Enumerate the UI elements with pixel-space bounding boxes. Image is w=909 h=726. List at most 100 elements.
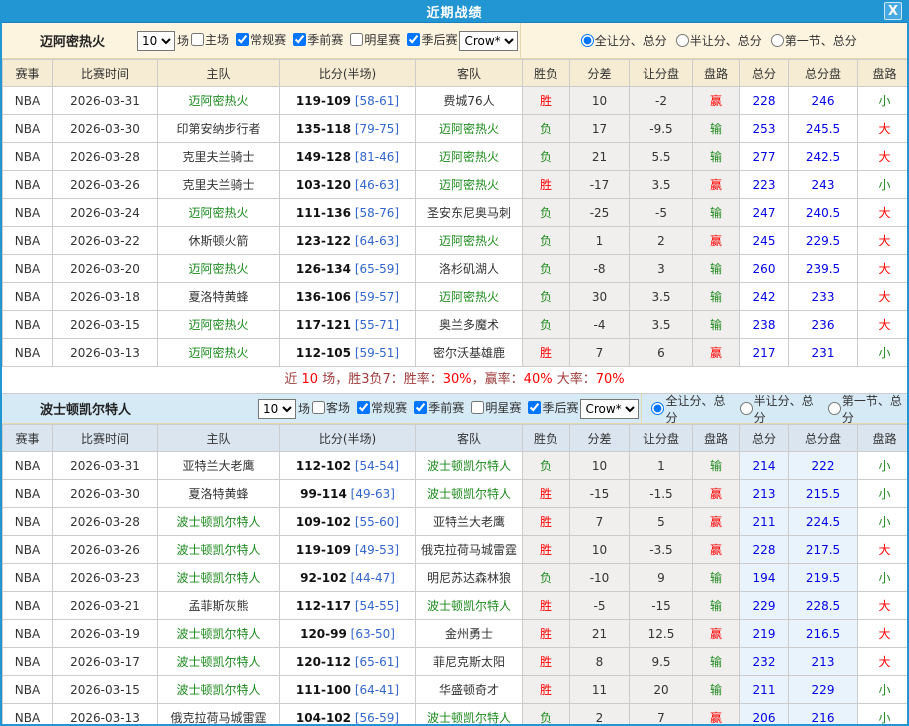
checkbox-input[interactable] (312, 401, 325, 414)
odds-source-select[interactable]: Crow* (580, 399, 639, 419)
over-under-cell: 大 (858, 115, 909, 143)
column-header: 总分盘 (789, 60, 858, 87)
radio-input[interactable] (676, 34, 689, 47)
checkbox-input[interactable] (357, 401, 370, 414)
league-cell: NBA (3, 311, 53, 339)
filter-checkbox[interactable]: 季后赛 (405, 31, 457, 48)
filter-checkbox[interactable]: 常规赛 (234, 31, 286, 48)
away-team-cell: 波士顿凯尔特人 (416, 592, 523, 620)
total-line-cell: 215.5 (789, 480, 858, 508)
point-diff-cell: 2 (570, 704, 630, 726)
away-team-cell: 俄克拉荷马城雷霆 (416, 536, 523, 564)
handicap-line-cell: -9.5 (630, 115, 693, 143)
league-cell: NBA (3, 452, 53, 480)
column-header: 让分盘 (630, 60, 693, 87)
odds-source-select[interactable]: Crow* (459, 31, 518, 51)
total-line-cell: 231 (789, 339, 858, 367)
recent-results-popup: 近期战绩 X 迈阿密热火 10 场 主场 常规赛 季前赛 明星赛 季后赛 Cro… (0, 0, 909, 726)
date-cell: 2026-03-30 (53, 480, 158, 508)
score-cell: 120-99 [63-50] (280, 620, 416, 648)
table-row: NBA 2026-03-22 休斯顿火箭 123-122 [64-63] 迈阿密… (3, 227, 909, 255)
radio-input[interactable] (828, 402, 841, 415)
checkbox-input[interactable] (528, 401, 541, 414)
total-points-cell: 229 (740, 592, 789, 620)
radio-input[interactable] (740, 402, 753, 415)
games-count-select[interactable]: 10 (258, 399, 296, 419)
result-cell: 胜 (523, 171, 570, 199)
filter-radio[interactable]: 全让分、总分 (642, 392, 730, 426)
total-line-cell: 219.5 (789, 564, 858, 592)
radio-input[interactable] (771, 34, 784, 47)
filter-checkbox[interactable]: 季前赛 (412, 399, 464, 416)
home-team-cell: 迈阿密热火 (158, 87, 280, 115)
total-points-cell: 223 (740, 171, 789, 199)
radio-input[interactable] (651, 402, 664, 415)
table-row: NBA 2026-03-18 夏洛特黄蜂 136-106 [59-57] 迈阿密… (3, 283, 909, 311)
handicap-result-cell: 输 (693, 283, 740, 311)
total-line-cell: 246 (789, 87, 858, 115)
filter-radio[interactable]: 全让分、总分 (572, 32, 667, 49)
close-icon[interactable]: X (884, 2, 902, 20)
away-team-cell: 洛杉矶湖人 (416, 255, 523, 283)
filter-radio[interactable]: 半让分、总分 (731, 392, 819, 426)
home-team-cell: 波士顿凯尔特人 (158, 648, 280, 676)
checkbox-input[interactable] (350, 33, 363, 46)
checkbox-input[interactable] (293, 33, 306, 46)
score-cell: 117-121 [55-71] (280, 311, 416, 339)
checkbox-input[interactable] (471, 401, 484, 414)
table-row: NBA 2026-03-26 克里夫兰骑士 103-120 [46-63] 迈阿… (3, 171, 909, 199)
home-team-cell: 波士顿凯尔特人 (158, 620, 280, 648)
results-table: 赛事 比赛时间 主队 比分(半场) 客队 胜负 分差 让分盘 盘路 总分 总分盘… (2, 424, 909, 726)
checkbox-input[interactable] (407, 33, 420, 46)
result-cell: 负 (523, 227, 570, 255)
column-header: 盘路 (858, 60, 909, 87)
score-mode-radio-group: 全让分、总分 半让分、总分 第一节、总分 (520, 23, 907, 58)
checkbox-input[interactable] (191, 33, 204, 46)
filter-radio[interactable]: 第一节、总分 (762, 32, 857, 49)
handicap-line-cell: -2 (630, 87, 693, 115)
filter-checkbox[interactable]: 明星赛 (348, 31, 400, 48)
handicap-result-cell: 输 (693, 143, 740, 171)
result-cell: 胜 (523, 480, 570, 508)
home-team-cell: 波士顿凯尔特人 (158, 564, 280, 592)
date-cell: 2026-03-26 (53, 536, 158, 564)
radio-input[interactable] (581, 34, 594, 47)
over-under-cell: 小 (858, 704, 909, 726)
total-line-cell: 229.5 (789, 227, 858, 255)
score-cell: 92-102 [44-47] (280, 564, 416, 592)
filter-checkbox[interactable]: 常规赛 (355, 399, 407, 416)
total-line-cell: 245.5 (789, 115, 858, 143)
score-cell: 111-136 [58-76] (280, 199, 416, 227)
filter-checkbox[interactable]: 主场 (189, 31, 229, 48)
filter-checkbox[interactable]: 客场 (310, 399, 350, 416)
league-cell: NBA (3, 704, 53, 726)
filter-radio[interactable]: 半让分、总分 (667, 32, 762, 49)
result-cell: 胜 (523, 592, 570, 620)
home-team-cell: 夏洛特黄蜂 (158, 283, 280, 311)
checkbox-input[interactable] (414, 401, 427, 414)
handicap-result-cell: 赢 (693, 704, 740, 726)
column-header: 赛事 (3, 60, 53, 87)
checkbox-input[interactable] (236, 33, 249, 46)
filter-checkbox[interactable]: 季后赛 (526, 399, 578, 416)
handicap-result-cell: 输 (693, 592, 740, 620)
filter-checkbox[interactable]: 季前赛 (291, 31, 343, 48)
handicap-line-cell: 3.5 (630, 311, 693, 339)
date-cell: 2026-03-22 (53, 227, 158, 255)
league-cell: NBA (3, 592, 53, 620)
filter-radio[interactable]: 第一节、总分 (819, 392, 907, 426)
total-points-cell: 206 (740, 704, 789, 726)
games-count-select[interactable]: 10 (137, 31, 175, 51)
away-team-cell: 迈阿密热火 (416, 143, 523, 171)
table-row: NBA 2026-03-17 波士顿凯尔特人 120-112 [65-61] 菲… (3, 648, 909, 676)
total-line-cell: 233 (789, 283, 858, 311)
date-cell: 2026-03-19 (53, 620, 158, 648)
home-team-cell: 迈阿密热火 (158, 311, 280, 339)
games-suffix-label: 场 (298, 400, 310, 417)
over-under-cell: 大 (858, 311, 909, 339)
filter-checkbox[interactable]: 明星赛 (469, 399, 521, 416)
away-team-cell: 迈阿密热火 (416, 283, 523, 311)
total-line-cell: 229 (789, 676, 858, 704)
popup-title: 近期战绩 (426, 2, 482, 21)
result-cell: 负 (523, 704, 570, 726)
